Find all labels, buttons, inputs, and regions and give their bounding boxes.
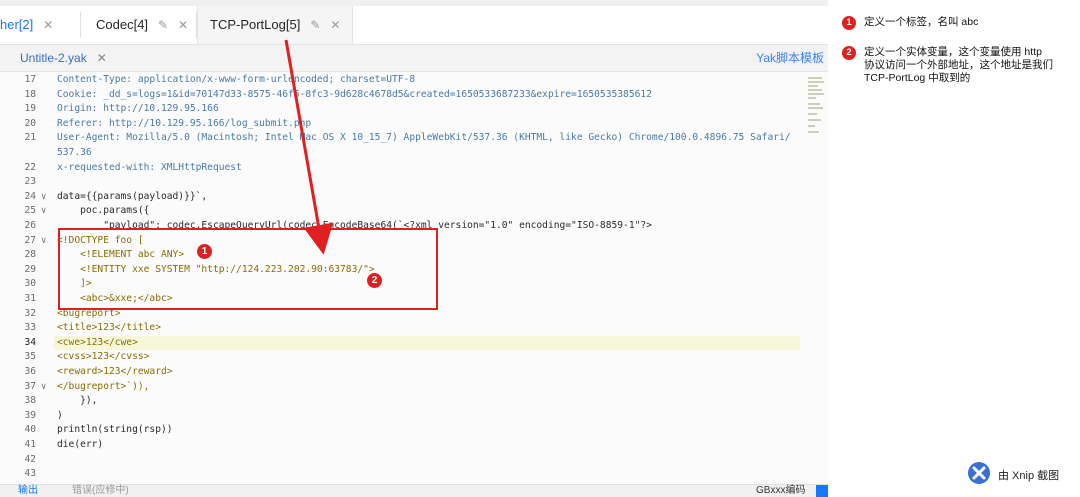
note-number: 1	[842, 16, 856, 30]
xnip-logo-icon	[968, 462, 990, 484]
note-number: 2	[842, 46, 856, 60]
note-text: 定义一个实体变量，这个变量使用 http 协议访问一个外部地址，这个地址是我们 …	[864, 46, 1053, 84]
watermark-text: 由 Xnip 截图	[998, 470, 1060, 482]
panel-toggle-button[interactable]	[816, 485, 828, 497]
output-panel-bar: 输出 错误(应修中) GBxxx编码	[0, 484, 828, 497]
output-tab[interactable]: 输出	[18, 485, 38, 497]
annotation-arrow	[284, 39, 334, 255]
encoding-label[interactable]: GBxxx编码	[756, 485, 805, 497]
status-text: 错误(应修中)	[72, 485, 129, 496]
annotation-panel: 1 定义一个标签，名叫 abc 2 定义一个实体变量，这个变量使用 http 协…	[828, 0, 1080, 496]
note-text: 定义一个标签，名叫 abc	[864, 16, 979, 28]
